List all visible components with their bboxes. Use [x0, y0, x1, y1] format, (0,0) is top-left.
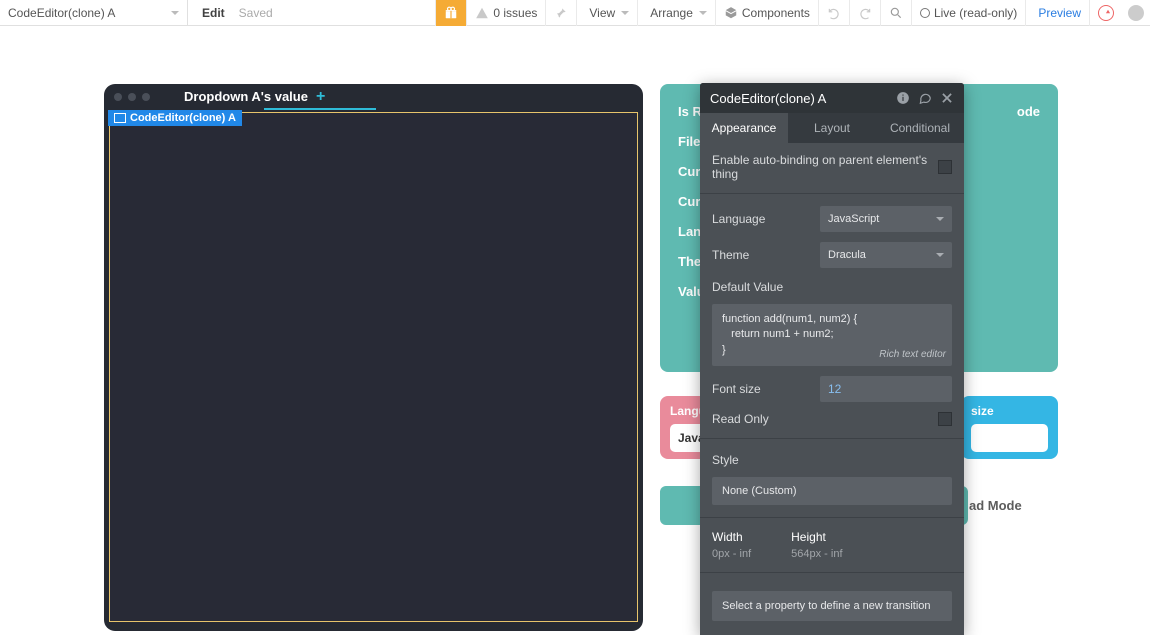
- theme-select[interactable]: Dracula: [820, 242, 952, 268]
- issues-label: 0 issues: [493, 6, 537, 20]
- preview-button[interactable]: Preview: [1025, 0, 1089, 26]
- height-value: 564px - inf: [791, 548, 842, 560]
- transition-select[interactable]: Select a property to define a new transi…: [712, 591, 952, 621]
- editor-body[interactable]: CodeEditor(clone) A: [109, 112, 638, 622]
- components-button[interactable]: Components: [715, 0, 818, 26]
- chevron-down-icon: [699, 11, 707, 19]
- tab-layout[interactable]: Layout: [788, 113, 876, 143]
- style-select[interactable]: None (Custom): [712, 477, 952, 505]
- tab-underline: [264, 108, 376, 110]
- info-icon[interactable]: [896, 91, 910, 105]
- theme-row: Theme Dracula: [712, 242, 952, 268]
- width-value: 0px - inf: [712, 548, 751, 560]
- tab-title[interactable]: Dropdown A's value +: [184, 88, 325, 106]
- page-selector[interactable]: CodeEditor(clone) A: [0, 0, 188, 26]
- autobind-row: Enable auto-binding on parent element's …: [712, 153, 952, 181]
- gift-icon[interactable]: [435, 0, 466, 26]
- editor-window[interactable]: Dropdown A's value + CodeEditor(clone) A: [104, 84, 643, 631]
- chevron-down-icon: [171, 11, 179, 19]
- width-label: Width: [712, 530, 751, 544]
- size-panel: size: [961, 396, 1058, 459]
- property-tabs: Appearance Layout Conditional: [700, 113, 964, 143]
- element-badge[interactable]: CodeEditor(clone) A: [108, 110, 242, 126]
- globe-icon: [920, 8, 930, 18]
- issues-button[interactable]: 0 issues: [466, 0, 545, 26]
- height-label: Height: [791, 530, 842, 544]
- style-label: Style: [712, 453, 952, 467]
- rich-text-link[interactable]: Rich text editor: [879, 348, 946, 362]
- property-title: CodeEditor(clone) A: [710, 91, 826, 106]
- chevron-down-icon: [936, 253, 944, 261]
- property-titlebar[interactable]: CodeEditor(clone) A: [700, 83, 964, 113]
- search-button[interactable]: [880, 0, 911, 26]
- plus-icon[interactable]: +: [316, 88, 325, 106]
- close-icon[interactable]: [940, 91, 954, 105]
- language-select[interactable]: JavaScript: [820, 206, 952, 232]
- tab-appearance[interactable]: Appearance: [700, 113, 788, 143]
- dimensions-row: Width 0px - inf Height 564px - inf: [712, 530, 952, 560]
- language-row: Language JavaScript: [712, 206, 952, 232]
- tab-conditional[interactable]: Conditional: [876, 113, 964, 143]
- redo-button[interactable]: [849, 0, 880, 26]
- view-menu[interactable]: View: [576, 0, 637, 26]
- pin-icon[interactable]: [545, 0, 576, 26]
- live-status[interactable]: Live (read-only): [911, 0, 1025, 26]
- property-content: Enable auto-binding on parent element's …: [700, 143, 964, 635]
- autobind-checkbox[interactable]: [938, 160, 952, 174]
- saved-label: Saved: [239, 6, 273, 20]
- fontsize-input[interactable]: 12: [820, 376, 952, 402]
- chevron-down-icon: [621, 11, 629, 19]
- arrange-menu[interactable]: Arrange: [637, 0, 715, 26]
- help-icon[interactable]: [1089, 0, 1122, 26]
- property-editor: CodeEditor(clone) A Appearance Layout Co…: [700, 83, 964, 635]
- chevron-down-icon: [936, 217, 944, 225]
- readonly-row: Read Only: [712, 412, 952, 426]
- readonly-checkbox[interactable]: [938, 412, 952, 426]
- toolbar-right: 0 issues View Arrange Components Live (r…: [435, 0, 1150, 26]
- mode-label: ad Mode: [969, 498, 1022, 513]
- edit-label[interactable]: Edit: [202, 6, 225, 20]
- fontsize-row: Font size 12: [712, 376, 952, 402]
- window-bar: Dropdown A's value +: [104, 84, 643, 109]
- default-value-input[interactable]: function add(num1, num2) { return num1 +…: [712, 304, 952, 366]
- topbar: CodeEditor(clone) A Edit Saved 0 issues …: [0, 0, 1150, 26]
- comment-icon[interactable]: [918, 91, 932, 105]
- traffic-lights: [114, 93, 150, 101]
- default-value-label: Default Value: [712, 280, 952, 294]
- canvas: Is Reode File Curs Curs Lang The Valu La…: [0, 26, 1150, 607]
- undo-button[interactable]: [818, 0, 849, 26]
- page-name: CodeEditor(clone) A: [8, 6, 115, 20]
- user-avatar[interactable]: [1128, 5, 1144, 21]
- size-select[interactable]: [971, 424, 1048, 452]
